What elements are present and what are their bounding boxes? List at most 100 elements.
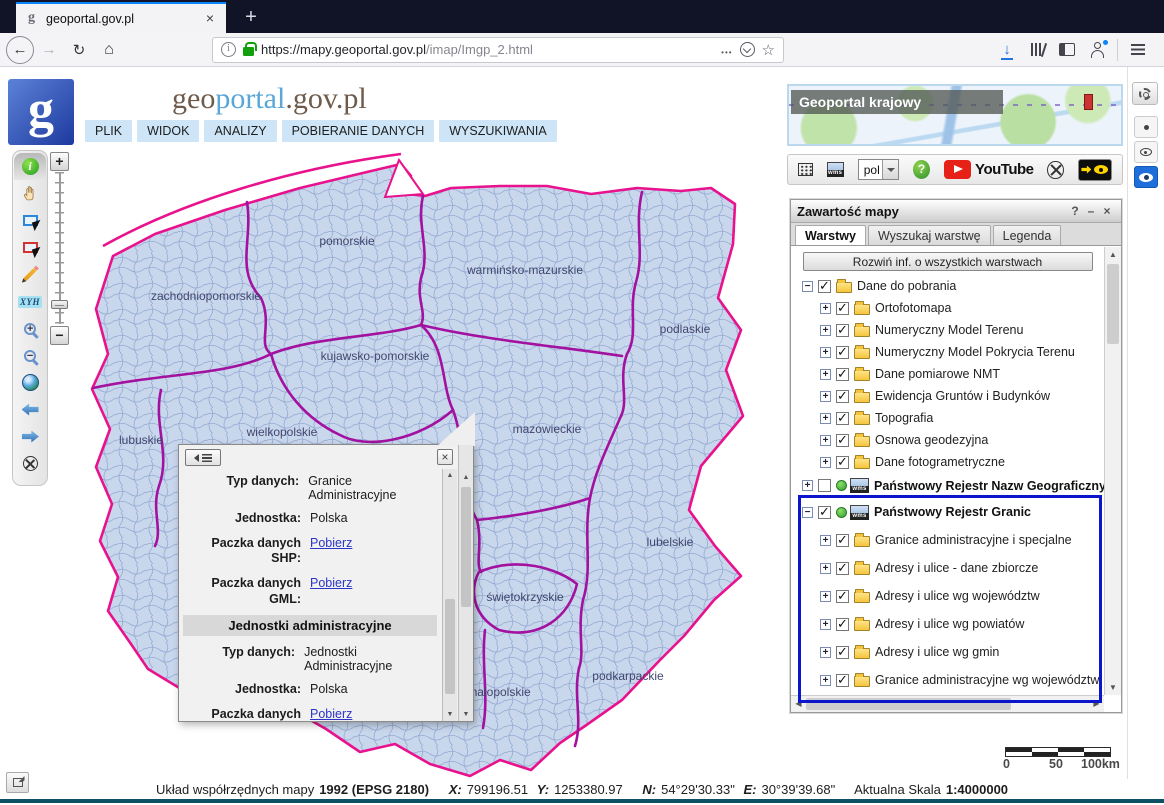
grid-icon[interactable] <box>798 163 813 176</box>
scrollbar-thumb[interactable] <box>461 487 471 607</box>
menu-item[interactable]: WIDOK <box>137 120 199 142</box>
previous-view-tool-button[interactable] <box>14 396 46 423</box>
layer-checkbox[interactable] <box>836 562 849 575</box>
layer-checkbox[interactable] <box>836 534 849 547</box>
download-link[interactable]: Pobierz <box>310 707 352 721</box>
scrollbar-thumb[interactable] <box>1107 264 1119 344</box>
layer-row[interactable]: + wms Granice administracyjne i specjaln… <box>797 526 1104 554</box>
layer-label[interactable]: Numeryczny Model Pokrycia Terenu <box>875 345 1075 359</box>
scrollbar-thumb[interactable] <box>806 698 1011 710</box>
layer-label[interactable]: Adresy i ulice wg gmin <box>875 645 999 659</box>
downloads-icon[interactable] <box>992 36 1022 64</box>
expand-toggle-icon[interactable]: + <box>820 563 831 574</box>
layer-checkbox[interactable] <box>836 434 849 447</box>
panel-close-button[interactable]: × <box>1099 204 1115 218</box>
layer-row[interactable]: + wms Adresy i ulice wg powiatów <box>797 610 1104 638</box>
expand-toggle-icon[interactable]: + <box>820 391 831 402</box>
layer-row[interactable]: + wms Dane pomiarowe NMT <box>797 363 1104 385</box>
zoom-out-tool-button[interactable]: − <box>14 342 46 369</box>
scroll-up-icon[interactable] <box>1105 247 1121 262</box>
layer-row[interactable]: − wms Państwowy Rejestr Granic <box>797 498 1104 526</box>
layer-row[interactable]: + wms Numeryczny Model Terenu <box>797 319 1104 341</box>
layer-checkbox[interactable] <box>818 280 831 293</box>
scroll-down-icon[interactable] <box>1105 680 1121 695</box>
contrast-accessibility-button[interactable] <box>1078 159 1112 181</box>
popup-outer-scrollbar[interactable] <box>458 445 473 721</box>
expand-all-layers-button[interactable]: Rozwiń inf. o wszystkich warstwach <box>803 252 1093 271</box>
address-bar[interactable]: https://mapy.geoportal.gov.pl/imap/Imgp_… <box>212 37 784 63</box>
back-button[interactable] <box>6 36 34 64</box>
layer-label[interactable]: Dane do pobrania <box>857 279 956 293</box>
layer-row[interactable]: + wms Adresy i ulice wg gmin <box>797 638 1104 666</box>
scroll-down-icon[interactable] <box>459 708 473 721</box>
expand-toggle-icon[interactable]: + <box>820 591 831 602</box>
deselect-rectangle-tool-button[interactable] <box>14 234 46 261</box>
layer-label[interactable]: Państwowy Rejestr Nazw Geograficzny <box>874 479 1104 493</box>
layer-label[interactable]: Ortofotomapa <box>875 301 951 315</box>
layer-checkbox[interactable] <box>836 618 849 631</box>
layer-label[interactable]: Dane pomiarowe NMT <box>875 367 1000 381</box>
expand-toggle-icon[interactable]: + <box>820 647 831 658</box>
layer-checkbox[interactable] <box>836 324 849 337</box>
panel-vertical-scrollbar[interactable] <box>1104 247 1121 695</box>
language-select[interactable]: pol <box>858 159 899 180</box>
layer-label[interactable]: Dane fotogrametryczne <box>875 455 1005 469</box>
layer-label[interactable]: Adresy i ulice - dane zbiorcze <box>875 561 1038 575</box>
eye-active-button[interactable] <box>1134 166 1158 188</box>
layer-checkbox[interactable] <box>836 368 849 381</box>
zoom-slider-plus-button[interactable] <box>50 152 69 171</box>
layer-label[interactable]: Państwowy Rejestr Granic <box>874 505 1031 519</box>
scroll-up-icon[interactable] <box>443 469 457 482</box>
browser-tab[interactable]: g geoportal.gov.pl <box>16 2 226 33</box>
scrollbar-thumb[interactable] <box>445 599 455 694</box>
expand-toggle-icon[interactable]: + <box>820 369 831 380</box>
popup-close-button[interactable] <box>437 449 453 465</box>
tab-close-icon[interactable] <box>202 11 218 27</box>
layer-checkbox[interactable] <box>836 590 849 603</box>
settings-gear-button[interactable] <box>1132 82 1158 105</box>
panel-minimize-button[interactable]: – <box>1083 204 1099 218</box>
layer-label[interactable]: Ewidencja Gruntów i Budynków <box>875 389 1050 403</box>
next-view-tool-button[interactable] <box>14 423 46 450</box>
help-button[interactable] <box>913 160 930 179</box>
expand-toggle-icon[interactable]: + <box>820 435 831 446</box>
reload-button[interactable] <box>64 36 94 64</box>
panel-tab[interactable]: Warstwy <box>795 225 866 245</box>
layer-row[interactable]: + wms Topografia <box>797 407 1104 429</box>
chevron-down-icon[interactable] <box>882 160 898 179</box>
coordinates-xyh-tool-button[interactable]: XYH <box>14 288 46 315</box>
library-icon[interactable] <box>1022 36 1052 64</box>
page-actions-icon[interactable] <box>721 42 732 58</box>
layer-row[interactable]: + wms Ewidencja Gruntów i Budynków <box>797 385 1104 407</box>
layer-label[interactable]: Osnowa geodezyjna <box>875 433 988 447</box>
youtube-button[interactable]: YouTube <box>944 160 1033 179</box>
popup-inner-scrollbar[interactable] <box>442 469 457 721</box>
layer-checkbox[interactable] <box>836 674 849 687</box>
layer-checkbox[interactable] <box>836 646 849 659</box>
layer-checkbox[interactable] <box>836 302 849 315</box>
layer-checkbox[interactable] <box>836 412 849 425</box>
zoom-slider-thumb[interactable] <box>51 300 68 309</box>
layer-checkbox[interactable] <box>836 346 849 359</box>
pocket-icon[interactable] <box>740 42 755 57</box>
account-icon[interactable] <box>1082 36 1112 64</box>
bookmark-star-icon[interactable] <box>762 41 775 59</box>
menu-item[interactable]: PLIK <box>85 120 132 142</box>
layer-row[interactable]: + wms Adresy i ulice - dane zbiorcze <box>797 554 1104 582</box>
expand-toggle-icon[interactable]: + <box>802 480 813 491</box>
geoportal-logo[interactable]: g <box>8 79 74 145</box>
expand-toggle-icon[interactable]: − <box>802 281 813 292</box>
scroll-up-icon[interactable] <box>459 471 473 484</box>
layer-checkbox[interactable] <box>818 479 831 492</box>
menu-hamburger-icon[interactable] <box>1123 36 1153 64</box>
download-link[interactable]: Pobierz <box>310 576 352 607</box>
wheel-icon[interactable] <box>1047 161 1063 179</box>
dot-size-button[interactable] <box>1134 116 1158 138</box>
layer-label[interactable]: Adresy i ulice wg województw <box>875 589 1040 603</box>
expand-toggle-icon[interactable]: − <box>802 507 813 518</box>
panel-tab[interactable]: Legenda <box>993 225 1062 245</box>
scroll-right-icon[interactable] <box>1089 696 1104 712</box>
layer-row[interactable]: + wms Ortofotomapa <box>797 297 1104 319</box>
layer-label[interactable]: Granice administracyjne i specjalne <box>875 533 1072 547</box>
menu-item[interactable]: WYSZUKIWANIA <box>439 120 556 142</box>
